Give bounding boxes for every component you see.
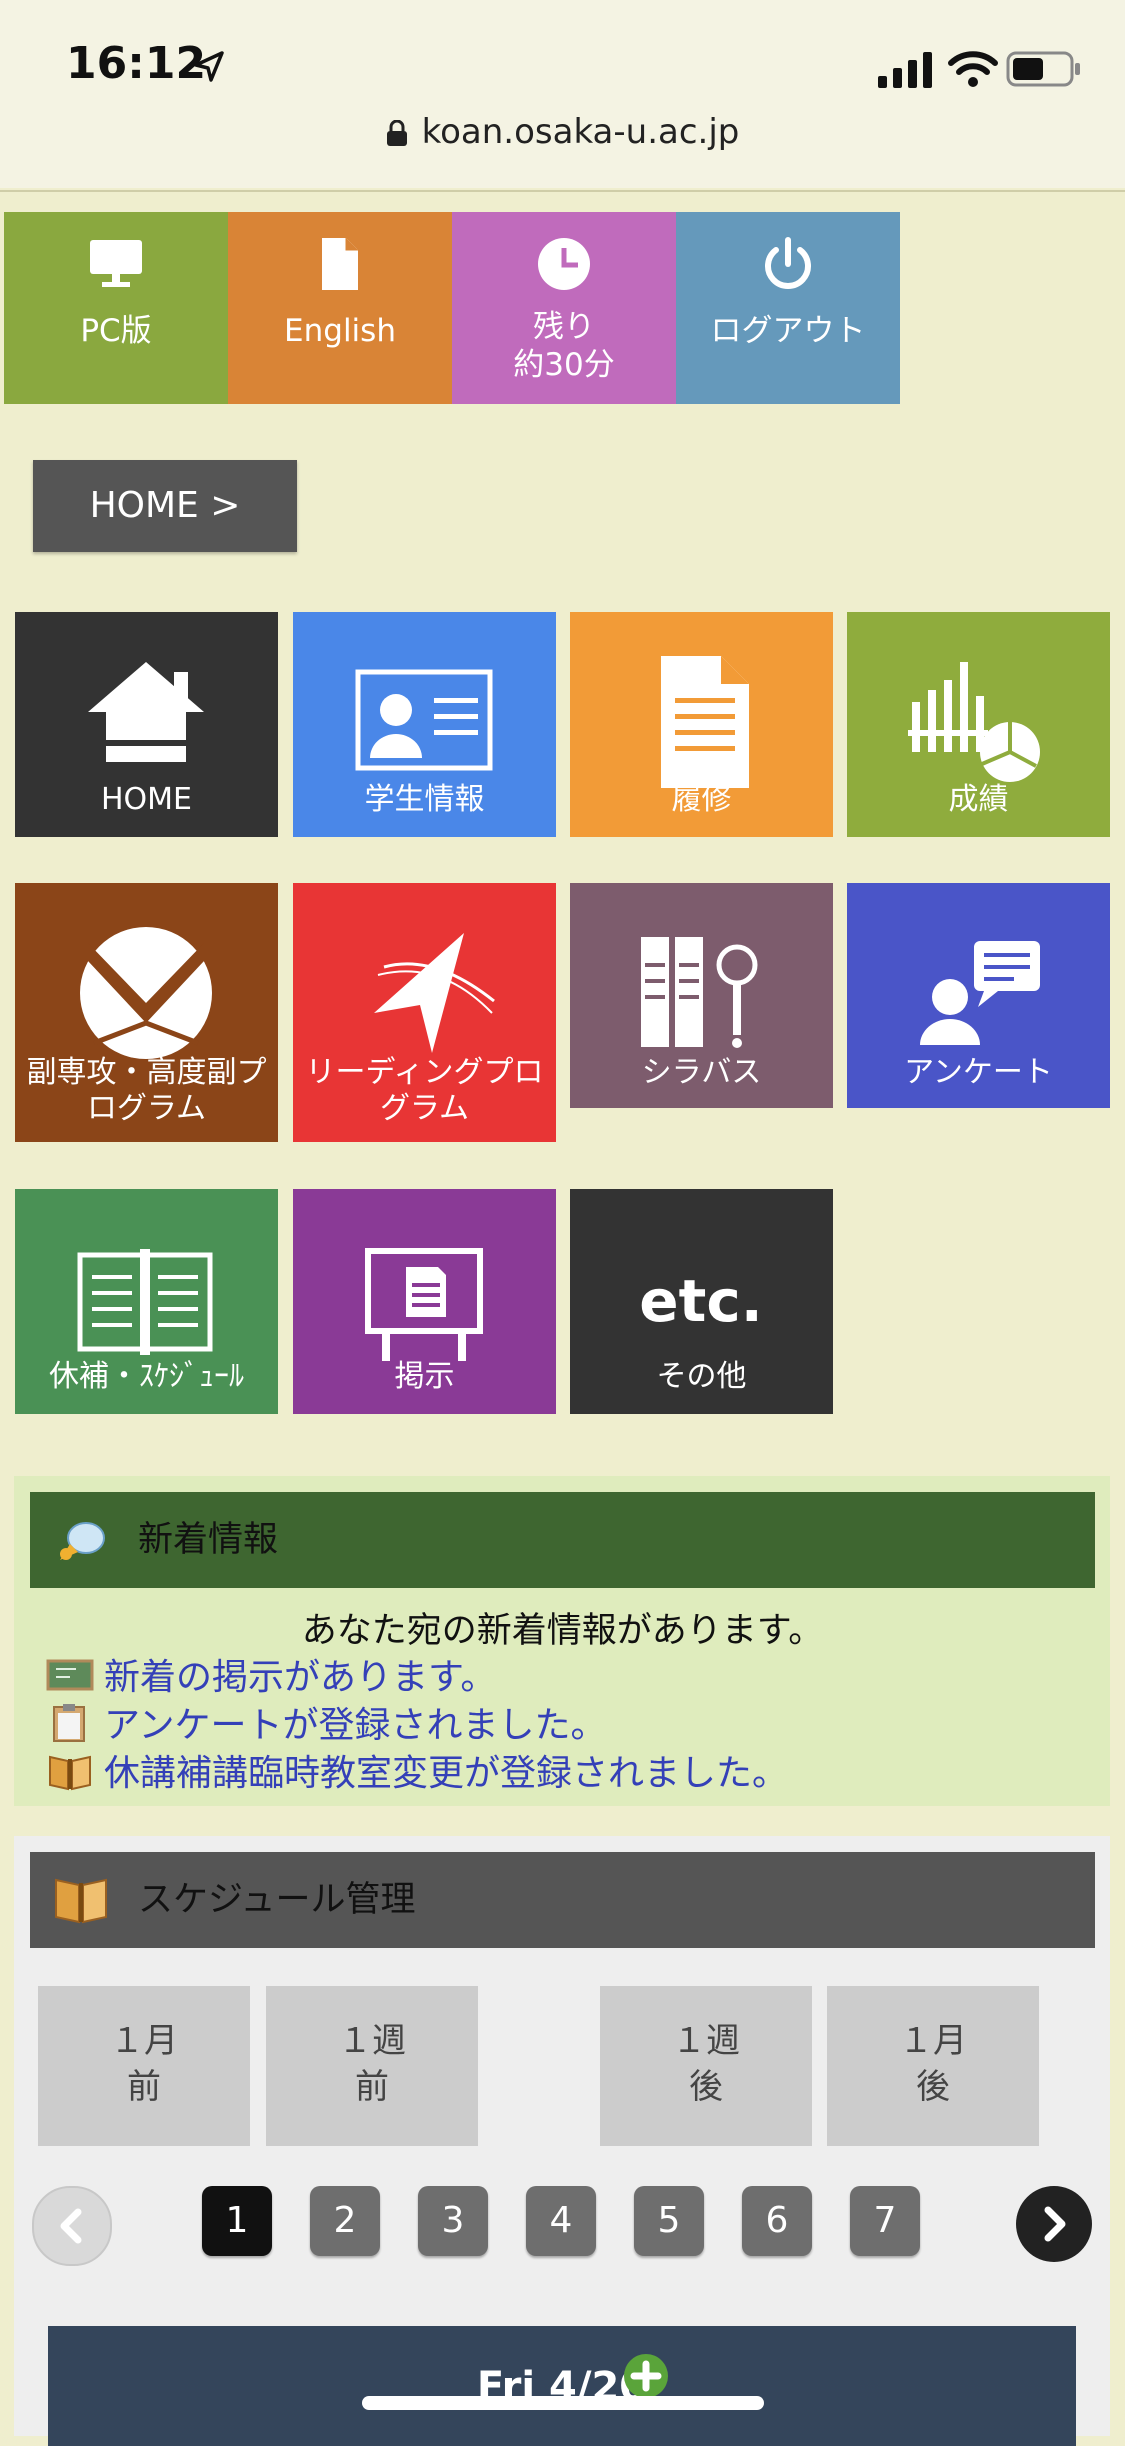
house-icon — [88, 662, 204, 762]
news-item-bulletin[interactable]: 新着の掲示があります。 — [46, 1648, 496, 1700]
tile-grades[interactable]: 成績 — [847, 612, 1110, 837]
monitor-icon — [90, 240, 142, 287]
page-7-button[interactable]: 7 — [850, 2186, 920, 2256]
svg-text:etc.: etc. — [639, 1267, 762, 1335]
tile-syllabus[interactable]: シラバス — [570, 883, 833, 1108]
home-indicator[interactable] — [362, 2396, 764, 2410]
page-5-button[interactable]: 5 — [634, 2186, 704, 2256]
chart-icon — [908, 662, 1040, 782]
tile-student-info-label: 学生情報 — [364, 782, 485, 817]
clock-icon — [538, 238, 590, 290]
schedule-header: スケジュール管理 — [30, 1852, 1095, 1948]
address-bar[interactable]: koan.osaka-u.ac.jp — [0, 112, 1125, 152]
schedule-title: スケジュール管理 — [138, 1880, 416, 1920]
news-item-questionnaire[interactable]: アンケートが登録されました。 — [46, 1696, 607, 1748]
news-header: 新着情報 — [30, 1492, 1095, 1588]
page-4-button[interactable]: 4 — [526, 2186, 596, 2256]
next-month-button[interactable]: １月 後 — [827, 1986, 1039, 2146]
tile-minor-program[interactable]: 副専攻・高度副プ ログラム — [15, 883, 278, 1142]
page-1-button[interactable]: 1 — [202, 2186, 272, 2256]
tile-home[interactable]: HOME — [15, 612, 278, 837]
person-speech-icon — [920, 941, 1040, 1045]
tile-home-label: HOME — [100, 782, 192, 817]
prev-month-button[interactable]: １月 前 — [38, 1986, 250, 2146]
speech-bubble-icon — [60, 1522, 105, 1560]
chevron-left-icon — [60, 2208, 82, 2244]
tile-minor-program-label: 副専攻・高度副プ ログラム — [26, 1055, 267, 1126]
tile-other-label: その他 — [656, 1359, 747, 1394]
schedule-book-icon — [55, 1878, 107, 1924]
id-card-icon — [355, 669, 493, 771]
tile-questionnaire-label: アンケート — [904, 1055, 1053, 1090]
tile-schedule-label: 休補・ｽｹｼﾞｭｰﾙ — [49, 1359, 244, 1394]
divider — [0, 190, 1125, 192]
breadcrumb[interactable]: HOME > — [33, 460, 297, 552]
tile-grades-label: 成績 — [948, 782, 1009, 817]
status-time: 16:12 — [66, 38, 207, 89]
day-header: Fri 4/20 — [48, 2326, 1076, 2446]
books-magnifier-icon — [641, 937, 758, 1048]
circle-segment-icon — [80, 927, 212, 1059]
wifi-icon — [948, 51, 998, 87]
english-label: English — [284, 313, 396, 349]
clipboard-icon — [53, 1704, 85, 1742]
lock-icon — [386, 120, 407, 146]
tile-student-info[interactable]: 学生情報 — [293, 612, 556, 837]
pc-version-button[interactable]: PC版 — [4, 212, 228, 404]
etc-icon: etc. — [639, 1267, 762, 1335]
news-item-label: アンケートが登録されました。 — [104, 1705, 607, 1746]
add-event-button[interactable] — [624, 2354, 668, 2398]
news-item-class-change[interactable]: 休講補講臨時教室変更が登録されました。 — [46, 1744, 788, 1796]
page-2-button[interactable]: 2 — [310, 2186, 380, 2256]
page-3-button[interactable]: 3 — [418, 2186, 488, 2256]
tile-registration[interactable]: 履修 — [570, 612, 833, 837]
document-icon — [322, 238, 358, 290]
chevron-right-icon — [1044, 2206, 1066, 2242]
schedule-book-icon — [49, 1755, 91, 1791]
session-remaining-button[interactable]: 残り 約30分 — [452, 212, 676, 404]
pc-version-label: PC版 — [80, 313, 152, 349]
blackboard-icon — [46, 1659, 94, 1691]
cellular-signal-icon — [878, 52, 932, 88]
tile-syllabus-label: シラバス — [641, 1055, 762, 1090]
news-title: 新着情報 — [138, 1520, 279, 1560]
session-remaining-label: 残り 約30分 — [513, 309, 615, 383]
tile-leading-program-label: リーディングプロ グラム — [305, 1055, 544, 1126]
tile-questionnaire[interactable]: アンケート — [847, 883, 1110, 1108]
prev-page-button[interactable] — [32, 2186, 112, 2266]
tile-schedule[interactable]: 休補・ｽｹｼﾞｭｰﾙ — [15, 1189, 278, 1414]
url-text: koan.osaka-u.ac.jp — [421, 112, 740, 152]
power-icon — [765, 237, 811, 289]
star-arrow-icon — [374, 933, 495, 1053]
next-page-button[interactable] — [1016, 2186, 1092, 2262]
plus-icon — [630, 2360, 662, 2392]
prev-week-button[interactable]: １週 前 — [266, 1986, 478, 2146]
tile-bulletin-label: 掲示 — [394, 1359, 455, 1394]
tile-bulletin[interactable]: 掲示 — [293, 1189, 556, 1414]
status-bar: 16:12 koan.osaka-u.ac.jp — [0, 0, 1125, 188]
page-6-button[interactable]: 6 — [742, 2186, 812, 2256]
tile-registration-label: 履修 — [671, 782, 732, 817]
english-button[interactable]: English — [228, 212, 452, 404]
battery-icon — [1006, 51, 1080, 87]
news-intro: あなた宛の新着情報があります。 — [301, 1611, 824, 1651]
news-item-label: 休講補講臨時教室変更が登録されました。 — [104, 1753, 789, 1794]
logout-label: ログアウト — [710, 313, 866, 349]
tile-leading-program[interactable]: リーディングプロ グラム — [293, 883, 556, 1142]
document-icon — [661, 656, 749, 788]
tile-other[interactable]: etc. その他 — [570, 1189, 833, 1414]
notebook-icon — [77, 1249, 213, 1355]
news-item-label: 新着の掲示があります。 — [104, 1657, 497, 1698]
board-icon — [365, 1248, 483, 1361]
location-arrow-icon — [194, 51, 224, 82]
next-week-button[interactable]: １週 後 — [600, 1986, 812, 2146]
logout-button[interactable]: ログアウト — [676, 212, 900, 404]
